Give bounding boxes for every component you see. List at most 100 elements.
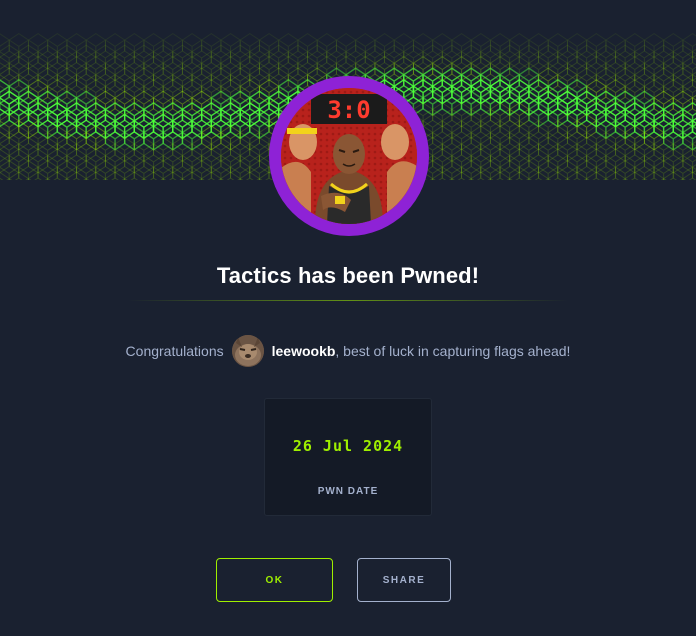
avatar-dot — [295, 120, 299, 124]
avatar-dot — [289, 210, 293, 214]
avatar-dot — [409, 120, 413, 124]
avatar-dot — [313, 204, 317, 208]
avatar-dot — [367, 90, 371, 94]
avatar-dot — [403, 216, 407, 220]
avatar-dot — [391, 102, 395, 106]
avatar-dot — [301, 216, 305, 220]
avatar-dot — [307, 90, 311, 94]
avatar-dot — [283, 192, 287, 196]
avatar-dot — [379, 216, 383, 220]
avatar-dot — [373, 180, 377, 184]
avatar-dot — [307, 108, 311, 112]
avatar-dot — [391, 216, 395, 220]
user-avatar[interactable] — [231, 335, 264, 367]
avatar-dot — [313, 174, 317, 178]
avatar-dot — [289, 156, 293, 160]
avatar-dot — [409, 210, 413, 214]
username-link[interactable]: leewookb — [272, 343, 336, 359]
avatar-dot — [409, 150, 413, 154]
avatar-dot — [325, 162, 329, 166]
avatar-dot — [283, 114, 287, 118]
avatar-dot — [355, 132, 359, 136]
avatar-dot — [331, 168, 335, 172]
avatar-dot — [295, 204, 299, 208]
avatar-dot — [313, 168, 317, 172]
avatar-dot — [319, 150, 323, 154]
avatar-dot — [343, 126, 347, 130]
avatar-dot — [409, 132, 413, 136]
avatar-dot — [367, 126, 371, 130]
avatar-dot — [385, 162, 389, 166]
avatar-dot — [295, 216, 299, 220]
avatar-dot — [337, 90, 341, 94]
avatar-dot — [409, 108, 413, 112]
avatar-dot — [313, 192, 317, 196]
congratulations-message: Congratulations leewookb , best of luck … — [0, 334, 696, 368]
avatar-dot — [349, 126, 353, 130]
pwn-date-label: PWN DATE — [317, 486, 379, 497]
avatar-dot — [295, 96, 299, 100]
avatar-dot — [325, 138, 329, 142]
avatar-dot — [373, 126, 377, 130]
avatar-dot — [343, 90, 347, 94]
avatar-dot — [409, 192, 413, 196]
avatar-dot — [379, 168, 383, 172]
avatar-dot — [373, 150, 377, 154]
avatar-dot — [289, 198, 293, 202]
avatar-dot — [325, 156, 329, 160]
avatar-dot — [313, 156, 317, 160]
machine-avatar: 3:0 — [269, 76, 429, 236]
avatar-dot — [289, 120, 293, 124]
avatar-dot — [373, 138, 377, 142]
avatar-dot — [409, 144, 413, 148]
avatar-dot — [379, 132, 383, 136]
avatar-dot — [379, 162, 383, 166]
avatar-dot — [355, 90, 359, 94]
avatar-dot — [367, 174, 371, 178]
avatar-dot — [319, 186, 323, 190]
avatar-dot — [283, 186, 287, 190]
avatar-dot — [367, 156, 371, 160]
avatar-dot — [403, 114, 407, 118]
pwned-title: Tactics has been Pwned! — [216, 263, 480, 288]
avatar-dot — [283, 156, 287, 160]
avatar-dot — [283, 210, 287, 214]
avatar-dot — [289, 108, 293, 112]
ok-button[interactable]: OK — [216, 558, 333, 602]
avatar-dot — [313, 90, 317, 94]
avatar-dot — [325, 174, 329, 178]
avatar-dot — [313, 186, 317, 190]
avatar-dot — [331, 90, 335, 94]
avatar-dot — [325, 168, 329, 172]
avatar-dot — [307, 162, 311, 166]
avatar-dot — [361, 126, 365, 130]
avatar-dot — [361, 138, 365, 142]
avatar-dot — [367, 168, 371, 172]
avatar-dot — [331, 132, 335, 136]
avatar-dot — [361, 132, 365, 136]
avatar-dot — [409, 114, 413, 118]
avatar-dot — [283, 198, 287, 202]
share-button[interactable]: SHARE — [357, 558, 451, 602]
avatar-dot — [301, 96, 305, 100]
avatar-dot — [409, 126, 413, 130]
avatar-dot — [373, 156, 377, 160]
avatar-dot — [409, 198, 413, 202]
avatar-dot — [409, 216, 413, 220]
avatar-dot — [295, 102, 299, 106]
avatar-dot — [379, 186, 383, 190]
avatar-dot — [397, 210, 401, 214]
avatar-dot — [361, 168, 365, 172]
avatar-dot — [295, 108, 299, 112]
avatar-dot — [397, 204, 401, 208]
avatar-dot — [313, 198, 317, 202]
avatar-dot — [355, 126, 359, 130]
title-divider — [128, 300, 568, 301]
avatar-dot — [337, 132, 341, 136]
avatar-dot — [379, 90, 383, 94]
avatar-dot — [319, 168, 323, 172]
avatar-dot — [307, 102, 311, 106]
avatar-dot — [391, 90, 395, 94]
congrats-suffix: , best of luck in capturing flags ahead! — [335, 343, 571, 359]
scoreboard-digits: 3:0 — [327, 96, 370, 124]
